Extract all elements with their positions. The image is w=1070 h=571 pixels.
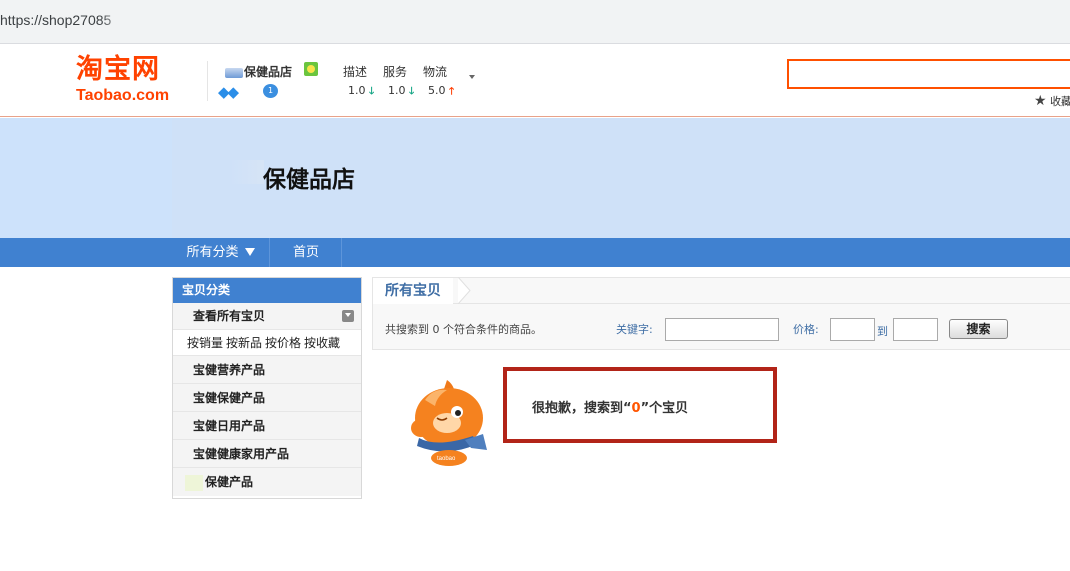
- tab-arrow-icon: [458, 277, 471, 304]
- tab-all-items[interactable]: 所有宝贝: [373, 278, 453, 304]
- rating-score: 5.0: [428, 84, 446, 97]
- keyword-input[interactable]: [665, 318, 779, 341]
- sidebar-category-item-last[interactable]: 保健产品: [173, 468, 361, 496]
- sidebar-heading: 宝贝分类: [173, 278, 361, 303]
- rating-label: 描述: [343, 65, 368, 79]
- logo-cn-text: 淘宝网: [76, 54, 160, 85]
- shop-nav-bar: 所有分类 首页: [0, 238, 1070, 267]
- banner-title-redaction: [230, 160, 264, 184]
- arrow-up-icon: 🡑: [449, 86, 455, 97]
- rating-score: 1.0: [348, 84, 366, 97]
- url-text[interactable]: https://shop27085: [0, 12, 111, 28]
- nav-home[interactable]: 首页: [271, 238, 342, 267]
- logo-en-text: Taobao.com: [76, 87, 170, 104]
- ratings-expand-caret-icon[interactable]: [469, 75, 475, 79]
- seller-level-diamond-icon: ◆◆: [218, 83, 239, 101]
- header-divider: [207, 61, 208, 101]
- sidebar-category-label: 保健产品: [205, 475, 254, 489]
- banner-shop-title: 保健品店: [263, 167, 355, 193]
- wangwang-chat-icon[interactable]: [304, 62, 318, 76]
- rating-service: 服务 1.0 🡓: [383, 63, 423, 101]
- empty-result-count: 0: [631, 401, 641, 416]
- search-button[interactable]: 搜索: [949, 319, 1008, 339]
- star-icon: ★: [1034, 93, 1047, 109]
- shop-name-link[interactable]: 保健品店: [225, 63, 292, 80]
- sidebar-view-all-label: 查看所有宝贝: [193, 309, 266, 323]
- nav-all-categories[interactable]: 所有分类: [172, 238, 270, 267]
- sort-by-price[interactable]: 按价格: [265, 336, 301, 350]
- rating-label: 服务: [383, 65, 408, 79]
- arrow-down-icon: 🡓: [409, 86, 415, 97]
- rating-logistics: 物流 5.0 🡑: [423, 63, 463, 101]
- shop-header: 淘宝网 Taobao.com 保健品店 ◆◆ 1 描述 1.0 🡓 服务 1.0…: [0, 45, 1070, 117]
- site-search-input[interactable]: [787, 59, 1070, 89]
- collapse-icon[interactable]: [342, 310, 354, 322]
- url-fade: [100, 6, 130, 36]
- results-header: 所有宝贝: [372, 277, 1070, 304]
- empty-result-notice: 很抱歉，搜索到“0”个宝贝: [503, 367, 777, 443]
- shop-name-text: 保健品店: [244, 65, 293, 79]
- rating-label: 物流: [423, 65, 448, 79]
- empty-result-message: 很抱歉，搜索到“0”个宝贝: [532, 397, 688, 416]
- consumer-protection-badge[interactable]: 1: [263, 84, 278, 98]
- taobao-mascot-icon: taobao: [411, 380, 487, 466]
- shop-name-redaction: [225, 67, 243, 78]
- favorite-label: 收藏: [1050, 95, 1070, 108]
- favorite-shop-link[interactable]: ★ 收藏: [1034, 93, 1070, 109]
- svg-text:taobao: taobao: [437, 456, 456, 462]
- empty-result-suffix: ”个宝贝: [640, 401, 689, 416]
- search-filter-bar: 共搜索到 0 个符合条件的商品。 关键字: 价格: 到 搜索: [372, 304, 1070, 350]
- result-count-text: 共搜索到 0 个符合条件的商品。: [385, 323, 542, 336]
- arrow-down-icon: 🡓: [369, 86, 375, 97]
- sidebar-category-item[interactable]: 宝健营养产品: [173, 356, 361, 384]
- shop-banner: 保健品店: [0, 118, 1070, 238]
- rating-description: 描述 1.0 🡓: [343, 63, 383, 101]
- category-sidebar: 宝贝分类 查看所有宝贝 按销量 按新品 按价格 按收藏 宝健营养产品 宝健保健产品 宝…: [172, 277, 362, 499]
- category-redaction: [185, 474, 203, 491]
- sidebar-category-item[interactable]: 宝健日用产品: [173, 412, 361, 440]
- rating-score: 1.0: [388, 84, 406, 97]
- browser-address-bar[interactable]: https://shop27085: [0, 0, 1070, 44]
- price-label: 价格:: [793, 323, 819, 336]
- sort-by-sales[interactable]: 按销量: [187, 336, 223, 350]
- price-to-label: 到: [877, 325, 888, 338]
- keyword-label: 关键字:: [616, 323, 653, 336]
- sidebar-category-item[interactable]: 宝健健康家用产品: [173, 440, 361, 468]
- sort-by-favorites[interactable]: 按收藏: [304, 336, 340, 350]
- nav-all-categories-label: 所有分类: [186, 245, 239, 260]
- taobao-logo[interactable]: 淘宝网 Taobao.com: [76, 55, 188, 107]
- price-min-input[interactable]: [830, 318, 875, 341]
- empty-result-prefix: 很抱歉，搜索到“: [532, 401, 632, 416]
- sort-by-new[interactable]: 按新品: [226, 336, 262, 350]
- price-max-input[interactable]: [893, 318, 938, 341]
- sidebar-sort-links: 按销量 按新品 按价格 按收藏: [173, 330, 361, 356]
- sidebar-category-item[interactable]: 宝健保健产品: [173, 384, 361, 412]
- triangle-down-icon: [244, 248, 255, 256]
- sidebar-view-all[interactable]: 查看所有宝贝: [173, 303, 361, 330]
